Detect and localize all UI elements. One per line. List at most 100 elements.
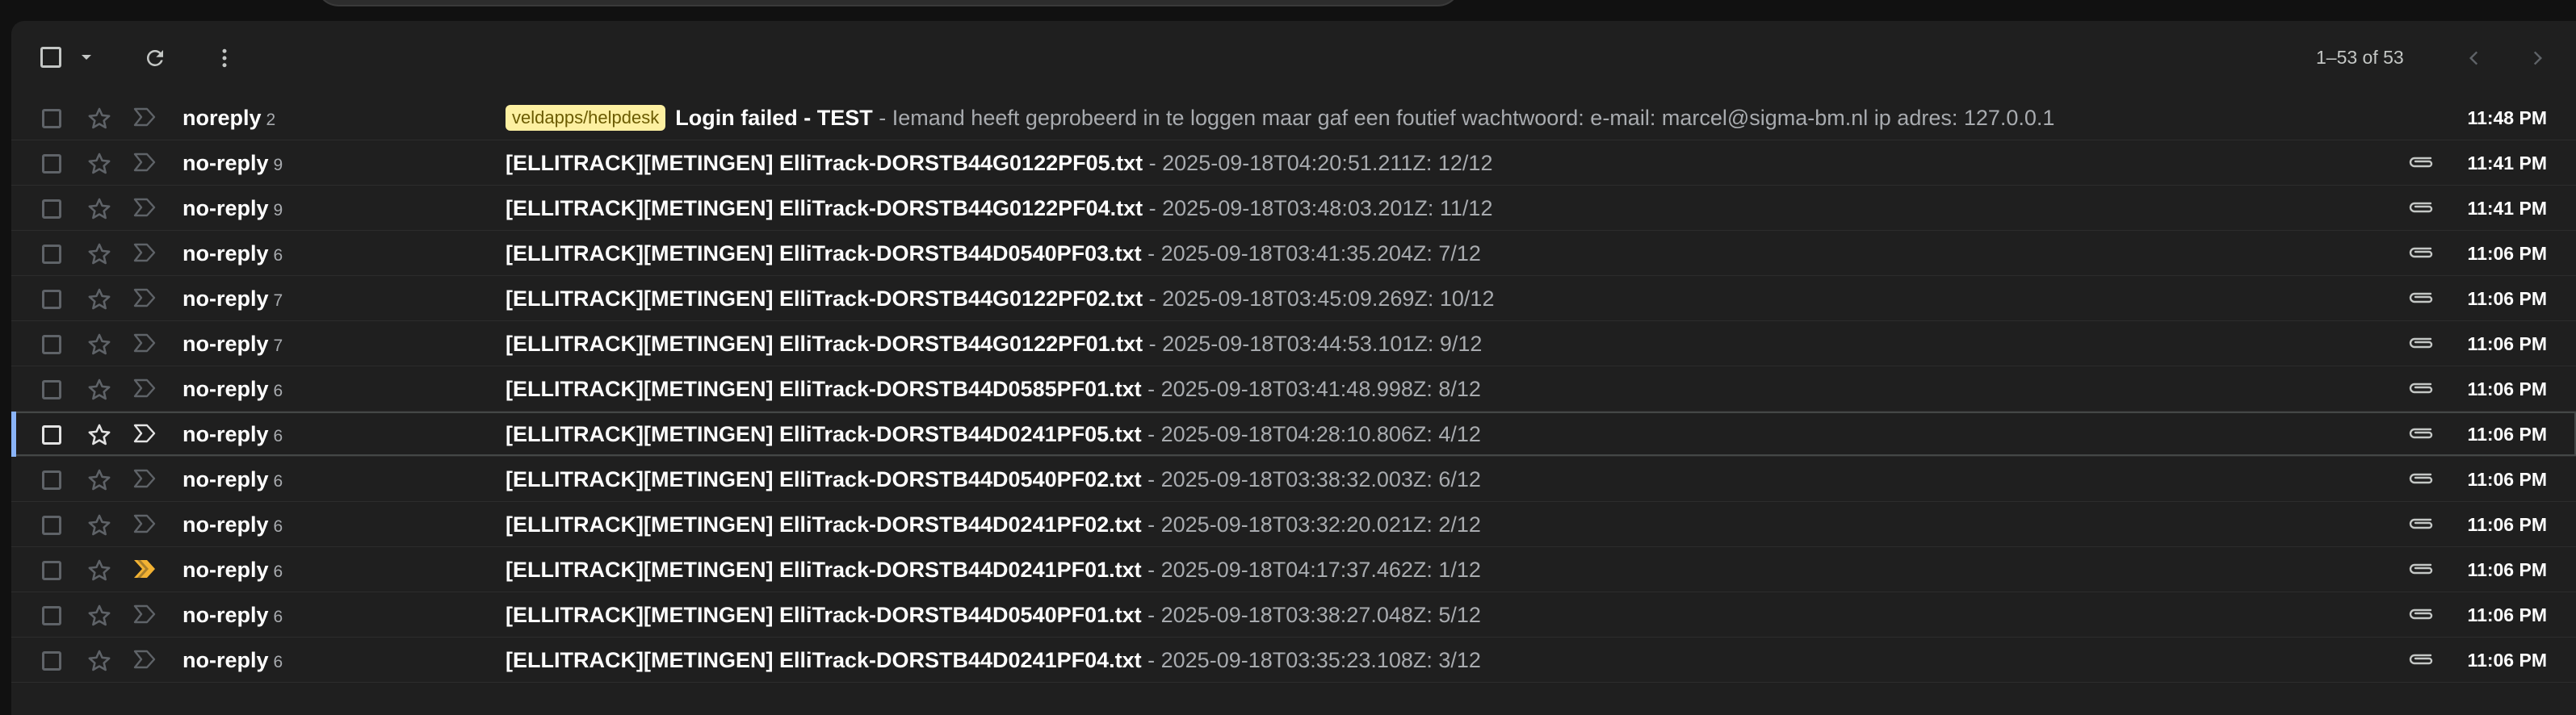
sender-label: no-reply [183,558,269,582]
email-list: noreply 2 veldapps/helpdesk Login failed - … [11,95,2576,683]
email-time: 11:06 PM [2467,469,2547,490]
sender-name: noreply 2 [183,95,275,140]
thread-count: 9 [273,156,283,174]
star-icon[interactable] [86,557,113,584]
row-checkbox[interactable] [42,199,61,219]
email-row[interactable]: no-reply 6 [ELLITRACK][METINGEN] ElliTrack… [11,502,2576,547]
importance-marker-icon[interactable] [132,152,160,176]
email-row[interactable]: no-reply 6 [ELLITRACK][METINGEN] ElliTrack… [11,412,2576,457]
email-content[interactable]: [ELLITRACK][METINGEN] ElliTrack-DORSTB44… [506,366,2379,412]
email-snippet: - 2025-09-18T03:45:09.269Z: 10/12 [1143,286,1495,311]
importance-marker-icon[interactable] [132,423,160,447]
label-badge[interactable]: veldapps/helpdesk [506,104,666,131]
email-snippet: - Iemand heeft geprobeerd in te loggen m… [872,106,2055,130]
email-row[interactable]: no-reply 6 [ELLITRACK][METINGEN] ElliTrack… [11,547,2576,592]
star-icon[interactable] [86,647,113,675]
email-content[interactable]: [ELLITRACK][METINGEN] ElliTrack-DORSTB44… [506,186,2379,231]
email-time: 11:06 PM [2467,243,2547,264]
email-snippet: - 2025-09-18T03:35:23.108Z: 3/12 [1141,648,1481,672]
email-content[interactable]: [ELLITRACK][METINGEN] ElliTrack-DORSTB44… [506,592,2379,638]
importance-marker-icon[interactable] [132,513,160,537]
sender-name: no-reply 6 [183,547,283,592]
row-checkbox[interactable] [42,561,61,580]
email-subject: [ELLITRACK][METINGEN] ElliTrack-DORSTB44… [506,377,1142,401]
importance-marker-icon[interactable] [132,287,160,312]
star-icon[interactable] [86,421,113,449]
email-time: 11:06 PM [2467,424,2547,445]
email-row[interactable]: no-reply 6 [ELLITRACK][METINGEN] ElliTrack… [11,366,2576,412]
search-bar-edge[interactable] [315,0,1462,6]
thread-count: 6 [273,427,283,445]
star-icon[interactable] [86,331,113,358]
email-content[interactable]: veldapps/helpdesk Login failed - TEST - I… [506,95,2379,140]
email-row[interactable]: no-reply 6 [ELLITRACK][METINGEN] ElliTrack… [11,457,2576,502]
email-row[interactable]: no-reply 6 [ELLITRACK][METINGEN] ElliTrack… [11,638,2576,683]
sender-name: no-reply 6 [183,457,283,502]
page-count: 1–53 of 53 [2316,47,2404,68]
email-content[interactable]: [ELLITRACK][METINGEN] ElliTrack-DORSTB44… [506,231,2379,276]
refresh-icon[interactable] [139,42,171,74]
sender-name: no-reply 6 [183,592,283,638]
importance-marker-icon[interactable] [132,558,160,583]
importance-marker-icon[interactable] [132,242,160,266]
email-time: 11:06 PM [2467,559,2547,580]
row-checkbox[interactable] [42,606,61,625]
select-dropdown-icon[interactable] [74,45,99,69]
email-row[interactable]: no-reply 9 [ELLITRACK][METINGEN] ElliTrack… [11,140,2576,186]
email-row[interactable]: no-reply 9 [ELLITRACK][METINGEN] ElliTrack… [11,186,2576,231]
star-icon[interactable] [86,466,113,494]
email-content[interactable]: [ELLITRACK][METINGEN] ElliTrack-DORSTB44… [506,457,2379,502]
email-content[interactable]: [ELLITRACK][METINGEN] ElliTrack-DORSTB44… [506,547,2379,592]
more-options-icon[interactable] [208,42,241,74]
star-icon[interactable] [86,240,113,268]
thread-count: 6 [273,472,283,491]
star-icon[interactable] [86,602,113,629]
importance-marker-icon[interactable] [132,332,160,357]
email-row[interactable]: no-reply 6 [ELLITRACK][METINGEN] ElliTrack… [11,592,2576,638]
row-checkbox[interactable] [42,516,61,535]
row-checkbox[interactable] [42,290,61,309]
sender-name: no-reply 9 [183,140,283,186]
importance-marker-icon[interactable] [132,468,160,492]
star-icon[interactable] [86,376,113,403]
email-content[interactable]: [ELLITRACK][METINGEN] ElliTrack-DORSTB44… [506,412,2379,457]
row-checkbox[interactable] [42,335,61,354]
next-page-icon[interactable] [2521,42,2553,74]
sender-label: no-reply [183,377,269,401]
email-row[interactable]: noreply 2 veldapps/helpdesk Login failed - … [11,95,2576,140]
importance-marker-icon[interactable] [132,107,160,131]
list-toolbar: 1–53 of 53 [11,21,2576,94]
sender-name: no-reply 6 [183,412,283,457]
email-row[interactable]: no-reply 6 [ELLITRACK][METINGEN] ElliTrack… [11,231,2576,276]
importance-marker-icon[interactable] [132,604,160,628]
thread-count: 7 [273,291,283,310]
row-checkbox[interactable] [42,109,61,128]
importance-marker-icon[interactable] [132,197,160,221]
email-content[interactable]: [ELLITRACK][METINGEN] ElliTrack-DORSTB44… [506,276,2379,321]
previous-page-icon[interactable] [2458,42,2490,74]
star-icon[interactable] [86,150,113,178]
sender-label: no-reply [183,151,269,175]
star-icon[interactable] [86,195,113,223]
email-content[interactable]: [ELLITRACK][METINGEN] ElliTrack-DORSTB44… [506,321,2379,366]
email-subject: [ELLITRACK][METINGEN] ElliTrack-DORSTB44… [506,241,1142,266]
star-icon[interactable] [86,286,113,313]
row-checkbox[interactable] [42,651,61,671]
email-content[interactable]: [ELLITRACK][METINGEN] ElliTrack-DORSTB44… [506,502,2379,547]
sender-name: no-reply 7 [183,276,283,321]
email-row[interactable]: no-reply 7 [ELLITRACK][METINGEN] ElliTrack… [11,276,2576,321]
select-all-checkbox[interactable] [40,47,61,68]
sender-label: no-reply [183,422,269,446]
row-checkbox[interactable] [42,425,61,445]
importance-marker-icon[interactable] [132,378,160,402]
star-icon[interactable] [86,105,113,132]
row-checkbox[interactable] [42,154,61,174]
email-content[interactable]: [ELLITRACK][METINGEN] ElliTrack-DORSTB44… [506,140,2379,186]
email-row[interactable]: no-reply 7 [ELLITRACK][METINGEN] ElliTrack… [11,321,2576,366]
importance-marker-icon[interactable] [132,649,160,673]
star-icon[interactable] [86,512,113,539]
email-content[interactable]: [ELLITRACK][METINGEN] ElliTrack-DORSTB44… [506,638,2379,683]
row-checkbox[interactable] [42,470,61,490]
row-checkbox[interactable] [42,245,61,264]
row-checkbox[interactable] [42,380,61,399]
